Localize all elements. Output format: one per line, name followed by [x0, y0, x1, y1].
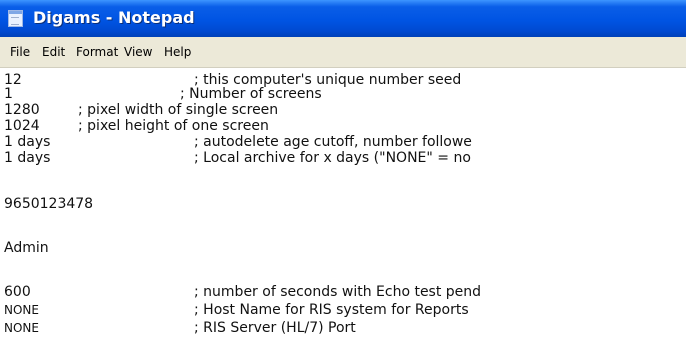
menu-file[interactable]: File	[10, 44, 30, 60]
line-value: Admin	[4, 240, 49, 256]
line-comment: ; Host Name for RIS system for Reports	[194, 302, 469, 318]
text-line: Admin	[0, 240, 686, 257]
line-value: 1 days	[4, 134, 51, 150]
line-value: 9650123478	[4, 196, 94, 212]
line-value: 1 days	[4, 150, 51, 166]
line-value: NONE	[4, 303, 39, 317]
notepad-window: Digams - Notepad File Edit Format View H…	[0, 0, 686, 360]
line-value: 600	[4, 284, 31, 300]
text-line: 9650123478	[0, 196, 686, 213]
line-comment: ; RIS Server (HL/7) Port	[194, 320, 356, 336]
text-line: NONE ; RIS Server (HL/7) Port	[0, 320, 686, 337]
notepad-icon[interactable]	[8, 10, 23, 27]
menu-format[interactable]: Format	[76, 44, 118, 60]
line-comment: ; pixel height of one screen	[78, 118, 269, 134]
text-line: 1 ; Number of screens	[0, 86, 686, 103]
line-value: 1024	[4, 118, 40, 134]
line-value: 1	[4, 86, 13, 102]
menu-edit[interactable]: Edit	[42, 44, 65, 60]
text-line: 1 days ; Local archive for x days ("NONE…	[0, 150, 686, 167]
line-comment: ; pixel width of single screen	[78, 102, 279, 118]
window-title: Digams - Notepad	[33, 8, 195, 27]
line-comment: ; Local archive for x days ("NONE" = no	[194, 150, 471, 166]
line-comment: ; autodelete age cutoff, number followe	[194, 134, 472, 150]
line-value: 1280	[4, 102, 40, 118]
text-line: 1 days ; autodelete age cutoff, number f…	[0, 134, 686, 151]
title-bar[interactable]: Digams - Notepad	[0, 0, 686, 37]
text-line: 1024 ; pixel height of one screen	[0, 118, 686, 135]
menu-help[interactable]: Help	[164, 44, 191, 60]
text-line: 1280 ; pixel width of single screen	[0, 102, 686, 119]
line-comment: ; Number of screens	[180, 86, 322, 102]
menu-view[interactable]: View	[124, 44, 152, 60]
text-line: 600 ; number of seconds with Echo test p…	[0, 284, 686, 301]
line-comment: ; number of seconds with Echo test pend	[194, 284, 482, 300]
menu-bar: File Edit Format View Help	[0, 37, 686, 68]
line-value: NONE	[4, 321, 39, 335]
text-line: NONE ; Host Name for RIS system for Repo…	[0, 302, 686, 319]
text-editor[interactable]: 12 ; this computer's unique number seed …	[0, 68, 686, 360]
